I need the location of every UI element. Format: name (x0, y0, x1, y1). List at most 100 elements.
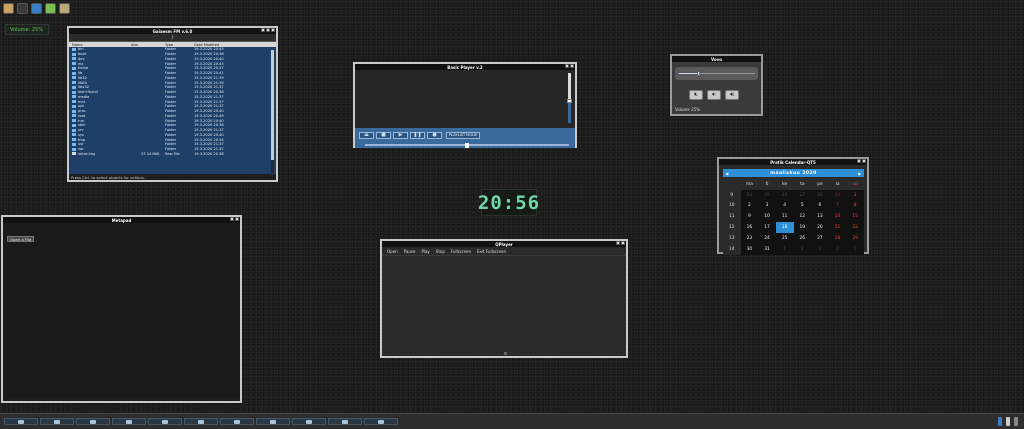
file-row[interactable]: tmp Folder 19.3.2020 20.54 (69, 137, 276, 142)
network-tray-icon[interactable] (998, 417, 1002, 426)
day-cell[interactable]: 1 (775, 243, 794, 255)
day-cell[interactable]: 5 (846, 243, 864, 255)
maximize-button[interactable] (266, 28, 270, 32)
day-cell[interactable]: 28 (828, 232, 847, 244)
file-row[interactable]: proc Folder 19.3.2020 20.40 (69, 109, 276, 114)
file-row[interactable]: libx32 Folder 15.3.2020 21.37 (69, 85, 276, 90)
taskbar-item-3[interactable] (76, 418, 110, 425)
volume-track[interactable] (679, 71, 755, 76)
day-cell[interactable]: 4 (828, 243, 847, 255)
menu-item-fullscreen[interactable]: Fullscreen (451, 249, 471, 254)
day-cell[interactable]: 13 (811, 211, 829, 223)
close-button[interactable] (271, 28, 275, 32)
close-button[interactable] (570, 64, 574, 68)
file-row[interactable]: root Folder 19.3.2020 20.49 (69, 114, 276, 119)
day-cell[interactable]: 29 (846, 232, 864, 244)
column-type[interactable]: Type (161, 43, 194, 47)
file-row[interactable]: mnt Folder 15.3.2020 21.37 (69, 99, 276, 104)
taskbar-item-9[interactable] (292, 418, 326, 425)
file-row[interactable]: lost+found Folder 15.3.2020 20.38 (69, 90, 276, 95)
day-cell[interactable]: 25 (758, 189, 776, 201)
day-cell[interactable]: 8 (846, 200, 864, 212)
day-cell[interactable]: 24 (740, 189, 759, 201)
day-cell[interactable]: 9 (740, 211, 759, 223)
file-row[interactable]: media Folder 15.3.2020 21.37 (69, 95, 276, 100)
volume-up-button[interactable]: 🔊︎ (725, 90, 739, 100)
day-cell[interactable]: 22 (846, 222, 864, 233)
resize-grip-icon[interactable] (504, 352, 507, 355)
file-row[interactable]: initrd.img 57.14 MiB Raw File 19.3.2020 20.… (69, 152, 276, 157)
volume-titlebar[interactable]: Vovo (672, 56, 761, 62)
day-cell[interactable]: 6 (811, 200, 829, 212)
file-manager-window[interactable]: Gaiaesm FM v.6.0 / Name Size Type Date M… (67, 26, 278, 182)
file-row[interactable]: home Folder 15.3.2020 20.37 (69, 66, 276, 71)
file-row[interactable]: lib32 Folder 15.3.2020 21.39 (69, 76, 276, 81)
day-cell[interactable]: 30 (740, 243, 759, 255)
taskbar-item-8[interactable] (256, 418, 290, 425)
menu-item-pause[interactable]: Pause (404, 249, 416, 254)
taskbar-item-10[interactable] (328, 418, 362, 425)
scrollbar-thumb[interactable] (271, 50, 274, 160)
calendar-window[interactable]: Pratik Calendar-QT5 ◀ maaliskuu 2020 ▶ m… (717, 157, 869, 255)
menu-item-stop[interactable]: Stop (436, 249, 445, 254)
close-button[interactable] (862, 159, 866, 163)
file-row[interactable]: opt Folder 15.3.2020 21.37 (69, 104, 276, 109)
day-cell[interactable]: 23 (740, 232, 759, 244)
browser-launcher-icon[interactable] (31, 3, 42, 14)
taskbar-item-11[interactable] (364, 418, 398, 425)
close-button[interactable] (235, 217, 239, 221)
file-row[interactable]: lib64 Folder 15.3.2020 21.39 (69, 80, 276, 85)
metapad-editor[interactable]: Open a File (3, 223, 240, 399)
day-cell[interactable]: 26 (775, 189, 794, 201)
day-cell[interactable]: 27 (793, 189, 812, 201)
minimize-button[interactable] (857, 159, 861, 163)
file-row[interactable]: var Folder 15.3.2020 21.37 (69, 147, 276, 152)
terminal-launcher-icon[interactable] (17, 3, 28, 14)
file-list[interactable]: bin Folder 19.3.2020 20.45 boot Folder 19.3.2… (69, 47, 276, 174)
file-list-scrollbar[interactable] (271, 50, 274, 175)
editor-launcher-icon[interactable] (45, 3, 56, 14)
calendar-titlebar[interactable]: Pratik Calendar-QT5 (719, 159, 867, 165)
day-cell[interactable]: 1 (846, 189, 864, 201)
mute-button[interactable]: 🔇︎ (689, 90, 703, 100)
path-field[interactable]: / (69, 34, 276, 42)
day-cell[interactable]: 14 (828, 211, 847, 223)
file-row[interactable]: srv Folder 15.3.2020 21.37 (69, 128, 276, 133)
close-button[interactable] (621, 241, 625, 245)
day-cell[interactable]: 10 (758, 211, 776, 223)
file-row[interactable]: etc Folder 19.3.2020 20.45 (69, 61, 276, 66)
seek-knob[interactable] (465, 143, 469, 148)
minimize-button[interactable] (616, 241, 620, 245)
menu-item-play[interactable]: Play (421, 249, 429, 254)
playlist-mode-button[interactable]: PLAYLIST MODE (446, 131, 481, 139)
day-cell[interactable]: 27 (811, 232, 829, 244)
day-cell[interactable]: 7 (828, 200, 847, 212)
settings-launcher-icon[interactable] (59, 3, 70, 14)
file-row[interactable]: boot Folder 19.3.2020 20.38 (69, 52, 276, 57)
column-name[interactable]: Name (69, 43, 127, 47)
taskbar-item-7[interactable] (220, 418, 254, 425)
day-cell[interactable]: 24 (758, 232, 776, 244)
volume-down-button[interactable]: 🔉︎ (707, 90, 721, 100)
volume-knob[interactable] (697, 71, 700, 76)
record-button[interactable]: ● (427, 131, 442, 139)
file-row[interactable]: run Folder 19.3.2020 20.40 (69, 118, 276, 123)
file-row[interactable]: sys Folder 19.3.2020 20.40 (69, 133, 276, 138)
stop-button[interactable]: ■ (376, 131, 391, 139)
basic-player-window[interactable]: Basic Player v.2 ⏏ ■ ▶ ❚❚ ● PLAYLIST MODE (353, 62, 577, 148)
day-cell[interactable]: 25 (775, 232, 794, 244)
day-cell[interactable]: 2 (793, 243, 812, 255)
month-label[interactable]: maaliskuu 2020 (770, 171, 816, 176)
menu-item-open[interactable]: Open (387, 249, 398, 254)
file-row[interactable]: bin Folder 19.3.2020 20.45 (69, 47, 276, 52)
file-row[interactable]: usr Folder 15.3.2020 21.37 (69, 142, 276, 147)
volume-slider[interactable] (567, 73, 572, 123)
column-size[interactable]: Size (127, 43, 161, 47)
metapad-window[interactable]: Metapad Open a File (1, 215, 242, 403)
day-cell[interactable]: 16 (740, 222, 759, 233)
day-cell[interactable]: 31 (758, 243, 776, 255)
taskbar-item-1[interactable] (4, 418, 38, 425)
file-manager-launcher-icon[interactable] (3, 3, 14, 14)
menu-item-exit-fullscreen[interactable]: Exit Fullscreen (477, 249, 506, 254)
day-cell[interactable]: 4 (775, 200, 794, 212)
